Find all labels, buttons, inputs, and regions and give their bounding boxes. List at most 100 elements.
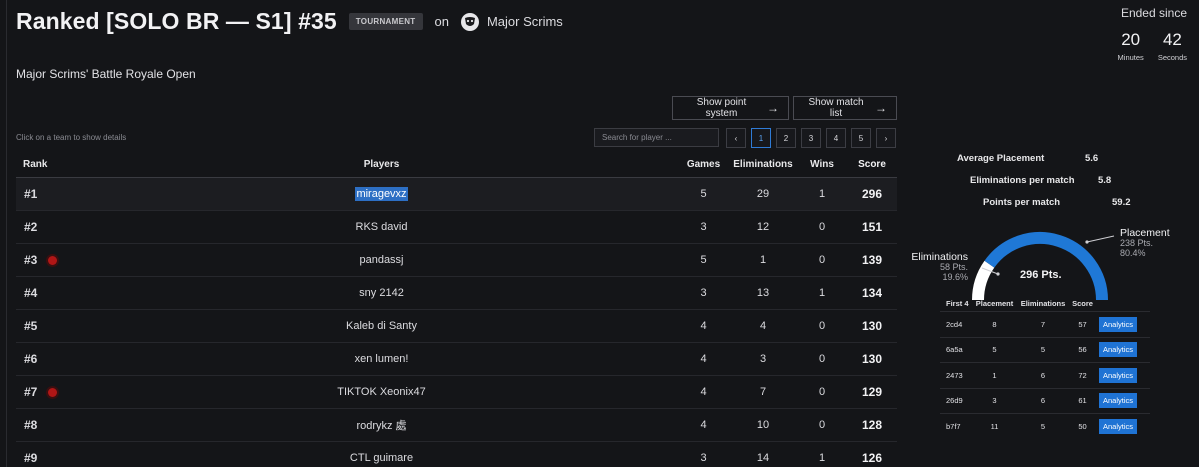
col-wins: Wins [810,158,834,170]
score-cell: 139 [861,253,883,267]
score-cell: 129 [861,385,883,399]
match-row: 2473 1 6 72 Analytics [940,362,1150,388]
analytics-button[interactable]: Analytics [1099,418,1138,434]
wins-cell: 1 [818,287,826,299]
match-row: b7f7 11 5 50 Analytics [940,413,1150,439]
tournament-badge: TOURNAMENT [348,13,423,30]
prev-page-button[interactable]: ‹ [726,128,746,148]
eliminations-cell: 13 [756,287,770,299]
show-point-system-button[interactable]: Show point system → [672,96,789,120]
col-eliminations: Eliminations [733,158,793,170]
player-cell: sny 2142 [86,287,677,299]
match-eliminations-cell: 5 [1040,421,1046,431]
leaderboard-table: Rank Players Games Eliminations Wins Sco… [16,151,897,467]
score-cell: 128 [861,418,883,432]
match-action-cell: Analytics [1097,342,1147,358]
rank-cell: #4 [16,286,86,300]
page-title: Ranked [SOLO BR — S1] #35 [16,8,337,34]
table-hint: Click on a team to show details [16,133,127,142]
col-first: First 4 [946,299,969,308]
col-placement: Placement [975,299,1014,308]
table-row[interactable]: #6 xen lumen! 4 3 0 130 [16,343,897,376]
arrow-right-icon: → [875,101,887,115]
rank-cell: #8 [16,418,86,432]
player-cell: miragevxz [86,187,677,201]
match-placement-cell: 5 [992,345,997,355]
elims-per-match-label: Eliminations per match [970,175,1075,186]
match-score-cell: 61 [1078,396,1087,406]
page-button-5[interactable]: 5 [851,128,871,148]
table-row[interactable]: #4 sny 2142 3 13 1 134 [16,277,897,310]
eliminations-cell: 1 [759,254,767,266]
games-cell: 4 [700,419,707,431]
score-cell: 134 [861,286,883,300]
points-per-match-label: Points per match [983,197,1061,208]
page-button-3[interactable]: 3 [801,128,821,148]
page-button-4[interactable]: 4 [826,128,846,148]
timer-minutes: 20 Minutes [1118,30,1144,62]
table-row[interactable]: #7 TIKTOK Xeonix47 4 7 0 129 [16,376,897,409]
player-name: CTL guimare [349,452,414,464]
table-row[interactable]: #9 CTL guimare 3 14 1 126 [16,442,897,467]
games-cell: 5 [700,188,707,200]
match-action-cell: Analytics [1097,367,1147,383]
analytics-button[interactable]: Analytics [1099,367,1138,383]
match-score-cell: 72 [1078,370,1087,380]
table-row[interactable]: #8 rodrykz 處 4 10 0 128 [16,409,897,442]
col-rank: Rank [23,158,48,170]
table-row[interactable]: #5 Kaleb di Santy 4 4 0 130 [16,310,897,343]
analytics-button[interactable]: Analytics [1099,316,1138,332]
score-cell: 130 [861,352,883,366]
elims-per-match-value: 5.8 [1098,175,1112,186]
rank-cell: #5 [16,319,86,333]
player-search-input[interactable] [594,128,719,147]
rank-cell: #3 [16,253,86,267]
match-row: 26d9 3 6 61 Analytics [940,387,1150,414]
match-action-cell: Analytics [1097,418,1147,434]
wins-cell: 0 [818,386,826,398]
col-score: Score [1072,299,1093,308]
minutes-value: 20 [1121,30,1141,49]
score-cell: 130 [861,319,883,333]
player-name: pandassj [359,254,404,266]
player-cell: xen lumen! [86,353,677,365]
ended-timer: Ended since 20 Minutes 42 Seconds [1118,6,1187,62]
rank-value: #8 [24,418,38,432]
rank-value: #3 [24,253,38,267]
live-dot-icon [48,387,58,397]
games-cell: 3 [700,452,707,464]
table-row[interactable]: #2 RKS david 3 12 0 151 [16,211,897,244]
page-button-1[interactable]: 1 [751,128,771,148]
rank-value: #4 [24,286,38,300]
avg-placement-label: Average Placement [957,153,1045,164]
org-link[interactable]: Major Scrims [460,12,563,31]
rank-value: #2 [24,220,38,234]
match-id-cell: 26d9 [946,396,963,406]
analytics-button[interactable]: Analytics [1099,342,1138,358]
player-name: TIKTOK Xeonix47 [337,386,426,398]
table-row[interactable]: #3 pandassj 5 1 0 139 [16,244,897,277]
rank-cell: #7 [16,385,86,399]
table-row[interactable]: #1 miragevxz 5 29 1 296 [16,178,897,211]
page-button-2[interactable]: 2 [776,128,796,148]
arrow-right-icon: → [767,101,779,115]
elims-pct: 19.6% [942,272,968,282]
analytics-button[interactable]: Analytics [1099,393,1138,409]
eliminations-cell: 7 [759,386,767,398]
wins-cell: 0 [818,320,826,332]
player-name: RKS david [355,221,408,233]
show-match-list-button[interactable]: Show match list → [793,96,897,120]
match-score-cell: 50 [1078,421,1087,431]
col-players: Players [363,158,400,170]
eliminations-cell: 3 [759,353,767,365]
avg-placement-value: 5.6 [1085,153,1099,164]
games-cell: 3 [700,287,707,299]
placement-pts: 238 Pts. [1120,238,1154,248]
next-page-button[interactable]: › [876,128,896,148]
player-name: rodrykz 處 [356,420,407,432]
points-gauge: 296 Pts. Eliminations 58 Pts. 19.6% Plac… [905,228,1175,301]
placement-connector [1086,235,1115,243]
elims-gauge-label: Eliminations 58 Pts. 19.6% [908,252,968,282]
col-eliminations: Eliminations [1020,299,1066,308]
ended-label: Ended since [1120,6,1187,20]
